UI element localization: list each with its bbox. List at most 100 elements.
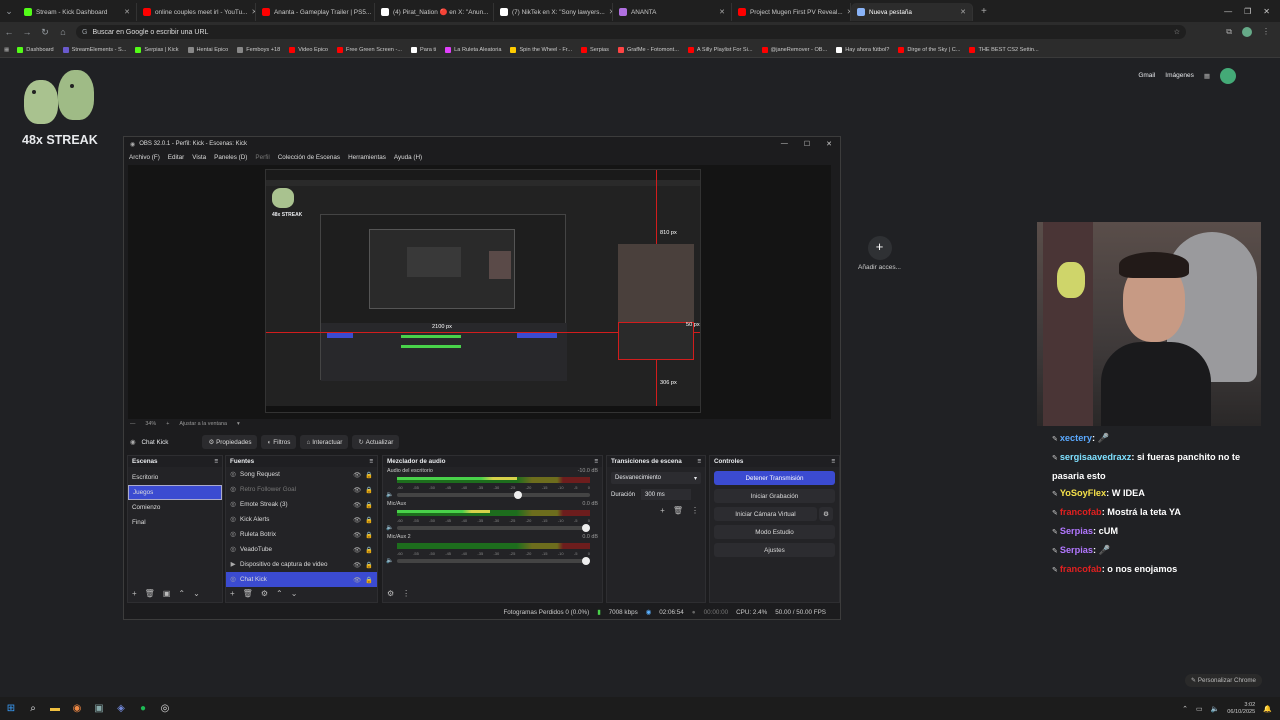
chat-username[interactable]: xectery — [1060, 433, 1092, 443]
source-prop-button[interactable]: ◐ Filtros — [261, 435, 297, 449]
bookmark-item[interactable]: Hentai Epico — [187, 46, 228, 53]
bookmark-item[interactable]: GrafMe - Fotomont... — [617, 46, 679, 53]
source-prop-button[interactable]: ⚙ Propiedades — [202, 435, 258, 449]
move-up-icon[interactable]: ⌃ — [178, 589, 185, 598]
scene-item[interactable]: Comienzo — [128, 500, 222, 515]
zoom-out-icon[interactable]: — — [130, 421, 135, 427]
visibility-eye-icon[interactable]: 👁 — [353, 486, 365, 494]
bookmark-item[interactable]: Spin the Wheel - Fr... — [510, 46, 572, 53]
volume-slider[interactable] — [397, 491, 590, 499]
obs-taskbar-icon[interactable]: ◎ — [154, 698, 176, 720]
scene-item[interactable]: Juegos — [128, 485, 222, 500]
browser-tab[interactable]: online couples meet irl - YouTu...✕ — [137, 3, 256, 21]
obs-menu-item[interactable]: Paneles (D) — [214, 154, 247, 161]
zoom-in-icon[interactable]: + — [166, 421, 169, 427]
google-apps-icon[interactable]: ▦ — [1204, 72, 1210, 84]
browser-tab[interactable]: ANANTA ✕ — [613, 3, 732, 21]
reload-icon[interactable]: ↻ — [36, 27, 54, 38]
apps-icon[interactable]: ▦ — [4, 47, 9, 53]
visibility-eye-icon[interactable]: 👁 — [353, 561, 365, 569]
browser-tab[interactable]: (4) Pirat_Nation 🔴 en X: "Anun...✕ — [375, 3, 494, 21]
spotify-icon[interactable]: ● — [132, 698, 154, 720]
browser-tab[interactable]: (7) NikTek en X: "Sony lawyers...✕ — [494, 3, 613, 21]
discord-icon[interactable]: ◈ — [110, 698, 132, 720]
forward-icon[interactable]: → — [18, 27, 36, 37]
obs-menu-item[interactable]: Colección de Escenas — [278, 154, 340, 161]
volume-icon[interactable]: 🔈 — [1211, 705, 1220, 713]
gmail-link[interactable]: Gmail — [1138, 72, 1155, 84]
tab-close-icon[interactable]: ✕ — [956, 8, 966, 16]
notification-icon[interactable]: 🔔 — [1263, 705, 1272, 713]
address-bar[interactable]: G Buscar en Google o escribir una URL ☆ — [76, 25, 1186, 39]
browser-tab[interactable]: Stream - Kick Dashboard ✕ — [18, 3, 137, 21]
volume-slider[interactable] — [397, 524, 590, 532]
obs-maximize-icon[interactable]: ☐ — [804, 140, 810, 148]
control-button[interactable]: Iniciar Grabación — [714, 489, 835, 503]
visibility-eye-icon[interactable]: 👁 — [353, 531, 365, 539]
customize-chrome-button[interactable]: ✎ Personalizar Chrome — [1184, 674, 1262, 687]
control-button[interactable]: Modo Estudio — [714, 525, 835, 539]
volume-slider-knob[interactable] — [514, 491, 523, 499]
source-item[interactable]: ◎ Emote Streak (3) 👁 🔒 — [226, 497, 377, 512]
remove-source-icon[interactable]: 🗑 — [243, 589, 253, 598]
lock-icon[interactable]: 🔒 — [365, 561, 377, 569]
profile-avatar[interactable] — [1242, 27, 1252, 37]
add-source-icon[interactable]: + — [230, 589, 235, 598]
tab-close-icon[interactable]: ✕ — [715, 8, 725, 16]
source-prop-button[interactable]: ⌂ Interactuar — [300, 435, 349, 449]
move-down-icon[interactable]: ⌄ — [193, 589, 200, 598]
visibility-eye-icon[interactable]: 👁 — [353, 546, 365, 554]
transition-menu-icon[interactable]: ⋮ — [691, 506, 699, 515]
visibility-eye-icon[interactable]: 👁 — [353, 576, 365, 584]
tab-search-icon[interactable]: ⌄ — [0, 6, 18, 17]
browser-tab[interactable]: Nueva pestaña ✕ — [851, 3, 973, 21]
add-scene-icon[interactable]: + — [132, 589, 137, 598]
account-avatar[interactable] — [1220, 68, 1236, 84]
volume-slider-knob[interactable] — [582, 524, 590, 532]
obs-menu-item[interactable]: Archivo (F) — [129, 154, 160, 161]
source-prop-button[interactable]: ↻ Actualizar — [352, 435, 400, 449]
bookmark-item[interactable]: Serpias — [581, 46, 609, 53]
source-settings-icon[interactable]: ⚙ — [261, 589, 268, 598]
search-icon[interactable]: ⌕ — [22, 698, 44, 720]
source-item[interactable]: ▶ Dispositivo de captura de video 👁 🔒 — [226, 557, 377, 572]
bookmark-item[interactable]: La Ruleta Aleatoria — [445, 46, 501, 53]
source-item[interactable]: ◎ Ruleta Botrix 👁 🔒 — [226, 527, 377, 542]
tab-close-icon[interactable]: ✕ — [843, 8, 850, 16]
chat-username[interactable]: francofab — [1060, 564, 1102, 574]
add-transition-icon[interactable]: + — [660, 506, 665, 515]
bookmark-item[interactable]: Para ti — [411, 46, 436, 53]
control-button[interactable]: Iniciar Cámara Virtual ⚙ — [714, 507, 833, 521]
volume-speaker-icon[interactable]: 🔈 — [386, 557, 393, 564]
control-button[interactable]: Detener Transmisión — [714, 471, 835, 485]
obs-menu-item[interactable]: Herramientas — [348, 154, 386, 161]
bookmark-item[interactable]: Hay ahora fútbol? — [836, 46, 889, 53]
scene-filter-icon[interactable]: ▣ — [163, 589, 171, 598]
bookmark-star-icon[interactable]: ☆ — [1174, 28, 1180, 36]
volume-speaker-icon[interactable]: 🔈 — [386, 524, 393, 531]
volume-slider-knob[interactable] — [582, 557, 590, 565]
lock-icon[interactable]: 🔒 — [365, 546, 377, 554]
chat-username[interactable]: Serpias — [1060, 545, 1093, 555]
bookmark-item[interactable]: Free Green Screen -... — [337, 46, 402, 53]
scene-item[interactable]: Final — [128, 515, 222, 530]
visibility-eye-icon[interactable]: 👁 — [353, 516, 365, 524]
tray-arrow-icon[interactable]: ⌃ — [1182, 705, 1188, 713]
obs-minimize-icon[interactable]: — — [781, 140, 788, 148]
zoom-mode-select[interactable]: Ajustar a la ventana — [179, 421, 227, 427]
remove-transition-icon[interactable]: 🗑 — [673, 506, 683, 515]
lock-icon[interactable]: 🔒 — [365, 501, 377, 509]
app-icon[interactable]: ▣ — [88, 698, 110, 720]
bookmark-item[interactable]: Video Epico — [289, 46, 328, 53]
scene-item[interactable]: Escritorio — [128, 470, 222, 485]
lock-icon[interactable]: 🔒 — [365, 471, 377, 479]
volume-speaker-icon[interactable]: 🔈 — [386, 491, 393, 498]
bookmark-item[interactable]: @janeRemover - OB... — [761, 46, 827, 53]
source-item[interactable]: ◎ Retro Follower Goal 👁 🔒 — [226, 482, 377, 497]
dock-menu-icon[interactable]: ≡ — [369, 458, 373, 465]
chat-username[interactable]: YoSoyFlex — [1060, 488, 1106, 498]
obs-menu-item[interactable]: Perfil — [255, 154, 269, 161]
network-icon[interactable]: ▭ — [1196, 705, 1203, 713]
dock-menu-icon[interactable]: ≡ — [594, 458, 598, 465]
bookmark-item[interactable]: A Silly Playlist For Si... — [687, 46, 753, 53]
